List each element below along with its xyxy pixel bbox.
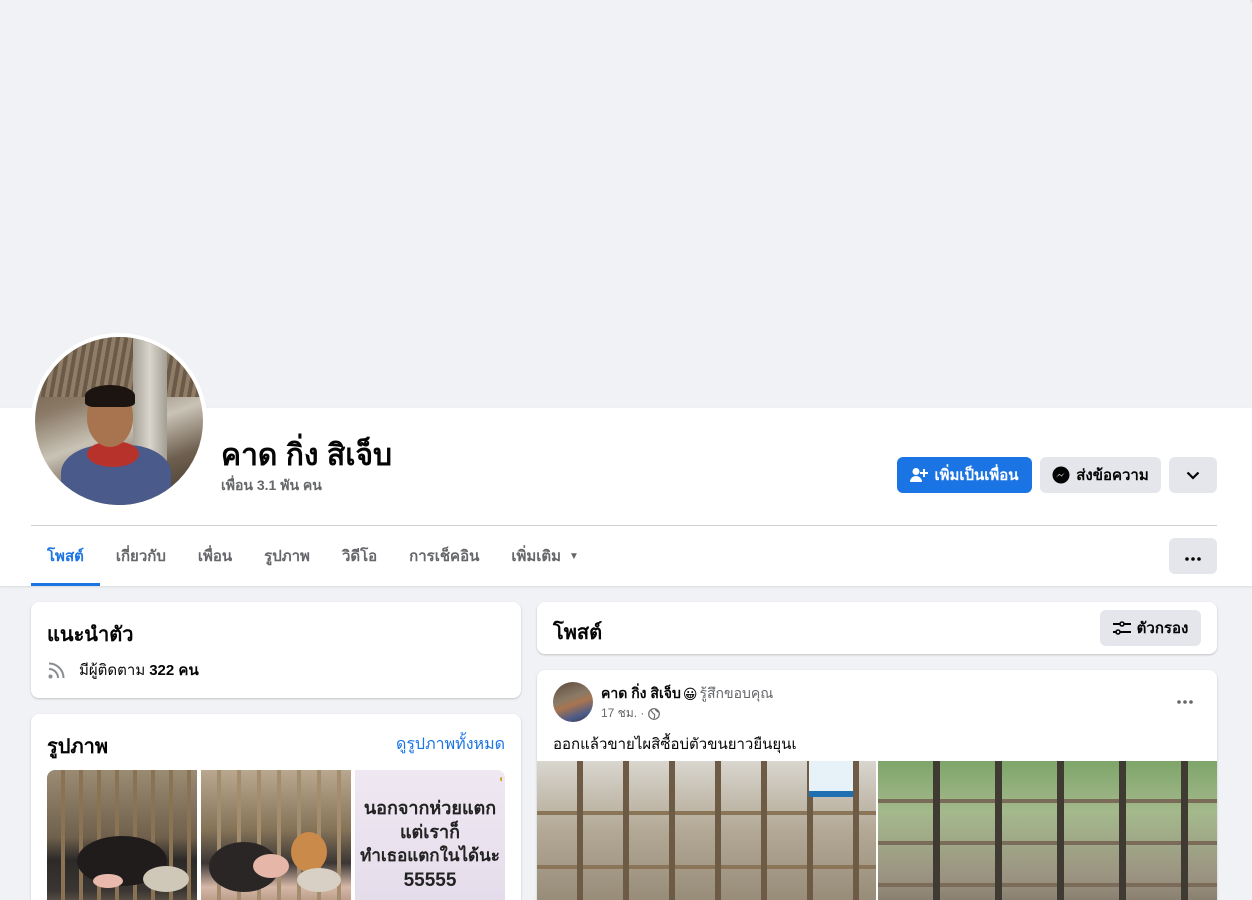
post-author-name[interactable]: คาด กิ่ง สิเจ็บ xyxy=(601,683,681,705)
photo-thumbnail[interactable] xyxy=(47,770,197,900)
tab-about[interactable]: เกี่ยวกับ xyxy=(100,526,182,586)
meme-line: นอกจากห่วยแตก xyxy=(363,798,497,818)
post-image[interactable] xyxy=(537,761,876,900)
profile-tabs: โพสต์ เกี่ยวกับ เพื่อน รูปภาพ วิดีโอ การ… xyxy=(31,526,595,586)
messenger-icon xyxy=(1052,466,1070,484)
globe-icon xyxy=(648,707,661,720)
ellipsis-icon xyxy=(1177,691,1193,709)
meme-line: 55555 xyxy=(403,870,457,891)
tab-friends-label: เพื่อน xyxy=(197,548,233,565)
tab-videos-label: วิดีโอ xyxy=(341,548,378,565)
tab-more[interactable]: เพิ่มเติม ▼ xyxy=(495,526,595,586)
tab-posts[interactable]: โพสต์ xyxy=(31,526,100,586)
profile-name: คาด กิ่ง สิเจ็บ xyxy=(221,439,393,472)
more-options-button[interactable] xyxy=(1169,538,1217,574)
tab-photos[interactable]: รูปภาพ xyxy=(248,526,326,586)
tab-photos-label: รูปภาพ xyxy=(264,548,310,565)
ellipsis-icon xyxy=(1185,548,1201,565)
followers-count[interactable]: 322 คน xyxy=(149,658,198,682)
see-all-photos-link[interactable]: ดูรูปภาพทั้งหมด xyxy=(396,732,505,757)
message-button[interactable]: ส่งข้อความ xyxy=(1040,457,1161,493)
profile-options-button[interactable] xyxy=(1169,457,1217,493)
followers-prefix: มีผู้ติดตาม xyxy=(79,662,146,679)
posts-title: โพสต์ xyxy=(553,622,603,644)
meme-line: แต่เราก็ xyxy=(399,822,461,842)
meme-photo-thumbnail[interactable]: ◐ นอกจากห่วยแตก แต่เราก็ ทำเธอแตกในได้นะ… xyxy=(355,770,505,900)
post-feeling: รู้สึกขอบคุณ xyxy=(699,685,774,701)
post-author-line: คาด กิ่ง สิเจ็บ 😀 รู้สึกขอบคุณ xyxy=(601,683,773,705)
profile-picture[interactable] xyxy=(31,333,207,509)
post-timestamp[interactable]: 17 ชม. · xyxy=(601,704,644,723)
filter-button[interactable]: ตัวกรอง xyxy=(1100,610,1201,646)
chevron-down-icon xyxy=(1186,467,1200,484)
post-options-button[interactable] xyxy=(1167,682,1203,718)
photos-title: รูปภาพ xyxy=(47,736,109,758)
tab-posts-label: โพสต์ xyxy=(47,548,84,565)
filter-label: ตัวกรอง xyxy=(1136,620,1189,637)
meme-line: ทำเธอแตกในได้นะ xyxy=(360,846,500,865)
avatar xyxy=(35,337,203,505)
feeling-emoji: 😀 xyxy=(682,685,698,702)
post-author-avatar[interactable] xyxy=(553,682,593,722)
message-label: ส่งข้อความ xyxy=(1076,467,1149,484)
add-friend-button[interactable]: เพิ่มเป็นเพื่อน xyxy=(897,457,1032,493)
intro-title: แนะนำตัว xyxy=(47,624,134,646)
filter-icon xyxy=(1112,620,1131,636)
tab-checkins-label: การเช็คอิน xyxy=(409,548,480,565)
tab-checkins[interactable]: การเช็คอิน xyxy=(393,526,495,586)
friends-count[interactable]: เพื่อน 3.1 พัน คน xyxy=(221,475,322,497)
photo-thumbnail[interactable] xyxy=(201,770,351,900)
photos-card: รูปภาพ ดูรูปภาพทั้งหมด ◐ นอกจากห่วยแตก แ… xyxy=(31,714,521,900)
add-friend-label: เพิ่มเป็นเพื่อน xyxy=(934,467,1019,484)
bucket-shape xyxy=(809,761,853,797)
tab-videos[interactable]: วิดีโอ xyxy=(326,526,393,586)
tab-friends[interactable]: เพื่อน xyxy=(182,526,248,586)
intro-card: แนะนำตัว มีผู้ติดตาม 322 คน xyxy=(31,602,521,698)
add-friend-icon xyxy=(910,467,929,483)
post-card: คาด กิ่ง สิเจ็บ 😀 รู้สึกขอบคุณ 17 ชม. · … xyxy=(537,670,1217,900)
tab-about-label: เกี่ยวกับ xyxy=(115,548,166,565)
post-text: ออกแล้วขายไผสิซื้อบ่ตัวขนยาวยืนยุนเ xyxy=(553,736,797,753)
posts-header-card: โพสต์ ตัวกรอง xyxy=(537,602,1217,654)
rss-feed-icon xyxy=(47,660,67,680)
tab-more-label: เพิ่มเติม xyxy=(511,548,562,565)
caret-down-icon: ▼ xyxy=(569,550,579,562)
badge-icon: ◐ xyxy=(498,774,505,785)
post-meta: 17 ชม. · xyxy=(601,704,661,723)
post-image[interactable] xyxy=(878,761,1217,900)
followers-row: มีผู้ติดตาม 322 คน xyxy=(47,658,199,682)
